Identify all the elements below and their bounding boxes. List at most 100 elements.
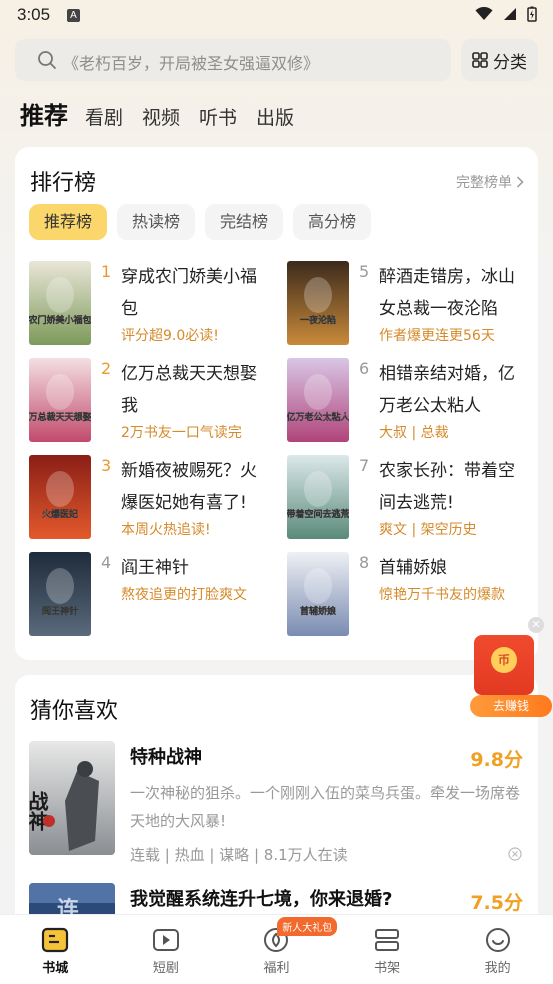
rank-number: 2 xyxy=(101,359,112,378)
nav-bookshelf[interactable]: 书架 xyxy=(332,915,443,984)
ranking-item-subtitle: 2万书友一口气读完 xyxy=(121,425,242,441)
ranking-item-subtitle: 评分超9.0必读! xyxy=(121,328,219,344)
book-cover-title: 首辅娇娘 xyxy=(300,605,337,617)
nav-label: 短剧 xyxy=(152,961,179,976)
bookshelf-icon xyxy=(375,929,400,951)
book-cover-title: 农门娇美小福包 xyxy=(29,314,91,326)
search-bar[interactable]: 《老朽百岁，开局被圣女强逼双修》 xyxy=(15,39,451,81)
nav-welfare[interactable]: 新人大礼包 福利 xyxy=(221,915,338,984)
earn-money-widget[interactable]: ✕ 币 去赚钱 xyxy=(470,617,552,717)
ranking-item-title: 穿成农门娇美小福包 xyxy=(121,267,257,319)
tab-publish[interactable]: 出版 xyxy=(256,103,294,130)
rank-number: 5 xyxy=(359,262,370,281)
ranking-item-title: 新婚夜被赐死？火爆医妃她有喜了! xyxy=(121,461,257,513)
profile-icon xyxy=(485,928,510,952)
ranking-item-title: 亿万总裁天天想娶我 xyxy=(121,364,257,416)
red-packet-icon[interactable]: 币 xyxy=(474,635,534,695)
ranking-item-title: 农家长孙：带着空间去逃荒! xyxy=(379,461,515,513)
ranking-item[interactable]: 农门娇美小福包 1 穿成农门娇美小福包评分超9.0必读! xyxy=(29,261,284,345)
nav-bookstore[interactable]: 书城 xyxy=(0,915,111,984)
book-cover-title: 阎王神针 xyxy=(42,605,78,617)
ranking-item-title: 相错亲结对婚，亿万老公太粘人 xyxy=(379,364,515,416)
rank-number: 1 xyxy=(101,262,112,281)
chip-recommend[interactable]: 推荐榜 xyxy=(29,204,108,240)
book-cover-title: 一夜沦陷 xyxy=(300,314,336,326)
book-tags: 连载 | 热血 | 谋略 | 8.1万人在读 xyxy=(130,846,348,864)
bookstore-icon xyxy=(42,927,69,953)
book-cover-title: 亿万老公太粘人 xyxy=(287,411,349,423)
status-icons xyxy=(475,6,537,22)
signal-icon xyxy=(504,8,516,20)
nav-short-drama[interactable]: 短剧 xyxy=(111,915,222,984)
ranking-item[interactable]: 亿万总裁天天想娶我 2 亿万总裁天天想娶我 2万书友一口气读完 xyxy=(29,358,284,442)
notification-icon: A xyxy=(67,9,80,22)
book-score: 7.5分 xyxy=(470,892,523,914)
wifi-icon xyxy=(475,7,493,20)
ranking-item[interactable]: 阎王神针 4 阎王神针 熬夜追更的打脸爽文 xyxy=(29,552,284,636)
ranking-item-subtitle: 大叔 | 总裁 xyxy=(379,425,449,441)
status-bar: 3:05 A xyxy=(0,0,553,32)
rank-number: 8 xyxy=(359,553,370,572)
search-placeholder: 《老朽百岁，开局被圣女强逼双修》 xyxy=(63,54,320,73)
tab-recommend[interactable]: 推荐 xyxy=(20,96,68,131)
chip-hot[interactable]: 热读榜 xyxy=(117,204,196,240)
ranking-item[interactable]: 带着空间去逃荒 7 农家长孙：带着空间去逃荒! 爽文 | 架空历史 xyxy=(287,455,542,539)
category-label: 分类 xyxy=(493,52,527,73)
play-icon xyxy=(152,929,179,951)
book-cover[interactable]: 一夜沦陷 xyxy=(287,261,349,345)
nav-label: 书架 xyxy=(374,961,401,976)
nav-profile[interactable]: 我的 xyxy=(442,915,553,984)
category-button[interactable]: 分类 xyxy=(461,39,538,81)
ranking-item-subtitle: 爽文 | 架空历史 xyxy=(379,522,477,538)
book-cover-title: 火爆医妃 xyxy=(42,508,78,520)
earn-money-label[interactable]: 去赚钱 xyxy=(470,695,552,717)
book-cover[interactable]: 战神 xyxy=(29,741,115,855)
search-icon xyxy=(38,51,56,69)
ranking-card: 排行榜 完整榜单 推荐榜 热读榜 完结榜 高分榜 农门娇美小福包 1 穿成农门娇美小… xyxy=(15,147,538,660)
close-icon[interactable]: ✕ xyxy=(528,617,544,633)
chip-high-score[interactable]: 高分榜 xyxy=(293,204,372,240)
tab-audiobook[interactable]: 听书 xyxy=(199,103,237,130)
ranking-item-subtitle: 本周火热追读! xyxy=(121,522,211,538)
nav-label: 书城 xyxy=(42,961,69,976)
book-cover[interactable]: 带着空间去逃荒 xyxy=(287,455,349,539)
bottom-nav: 书城 短剧 新人大礼包 福利 书架 我的 xyxy=(0,914,553,984)
nav-label: 福利 xyxy=(263,961,290,976)
ranking-item[interactable]: 一夜沦陷 5 醉酒走错房，冰山女总裁一夜沦陷作者爆更连更56天 xyxy=(287,261,542,345)
book-description: 一次神秘的狙杀。一个刚刚入伍的菜鸟兵蛋。牵发一场席卷天地的大风暴! xyxy=(130,784,521,830)
ranking-item[interactable]: 火爆医妃 3 新婚夜被赐死？火爆医妃她有喜了! 本周火热追读! xyxy=(29,455,284,539)
ranking-item-title: 阎王神针 xyxy=(121,558,189,578)
book-cover[interactable]: 火爆医妃 xyxy=(29,455,91,539)
battery-icon xyxy=(527,6,537,22)
channel-tabs: 推荐 看剧 视频 听书 出版 xyxy=(20,96,313,131)
rank-number: 3 xyxy=(101,456,112,475)
full-list-link[interactable]: 完整榜单 xyxy=(456,172,524,192)
book-title[interactable]: 特种战神 xyxy=(130,743,202,769)
tab-video[interactable]: 视频 xyxy=(142,103,180,130)
book-cover-title: 带着空间去逃荒 xyxy=(287,508,349,520)
rank-number: 4 xyxy=(101,553,112,572)
coin-icon: 币 xyxy=(491,647,517,673)
book-cover[interactable]: 首辅娇娘 xyxy=(287,552,349,636)
book-cover[interactable]: 亿万老公太粘人 xyxy=(287,358,349,442)
rank-number: 7 xyxy=(359,456,370,475)
welfare-badge: 新人大礼包 xyxy=(277,917,338,936)
book-cover-title: 亿万总裁天天想娶我 xyxy=(29,411,91,423)
ranking-item-title: 醉酒走错房，冰山女总裁一夜沦陷 xyxy=(379,267,515,319)
ranking-item-subtitle: 熬夜追更的打脸爽文 xyxy=(121,587,247,603)
book-cover[interactable]: 阎王神针 xyxy=(29,552,91,636)
ranking-item-title: 首辅娇娘 xyxy=(379,558,447,578)
dismiss-icon[interactable] xyxy=(508,847,522,861)
ranking-item-subtitle: 作者爆更连更56天 xyxy=(379,328,495,344)
book-cover[interactable]: 亿万总裁天天想娶我 xyxy=(29,358,91,442)
grid-icon xyxy=(472,52,488,68)
book-cover[interactable]: 农门娇美小福包 xyxy=(29,261,91,345)
rank-number: 6 xyxy=(359,359,370,378)
chevron-right-icon xyxy=(516,176,524,188)
tab-drama[interactable]: 看剧 xyxy=(85,103,123,130)
chip-completed[interactable]: 完结榜 xyxy=(205,204,284,240)
ranking-title: 排行榜 xyxy=(30,171,97,196)
ranking-item[interactable]: 亿万老公太粘人 6 相错亲结对婚，亿万老公太粘人大叔 | 总裁 xyxy=(287,358,542,442)
ranking-chips: 推荐榜 热读榜 完结榜 高分榜 xyxy=(29,204,372,240)
book-title[interactable]: 我觉醒系统连升七境，你来退婚? xyxy=(130,885,392,911)
